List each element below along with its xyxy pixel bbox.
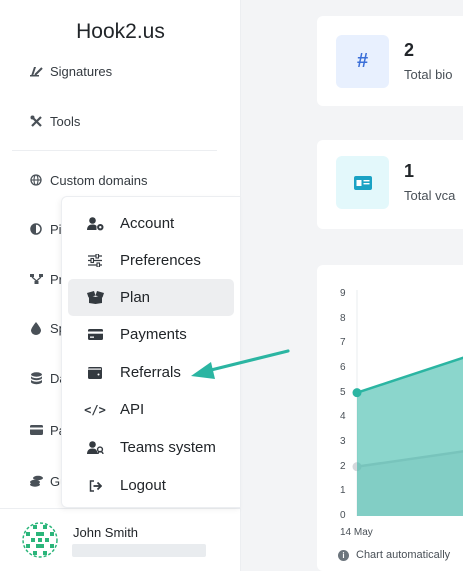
user-cog-icon [86, 215, 104, 233]
menu-item-api[interactable]: </> API [68, 391, 234, 428]
sidebar-item-custom-domains[interactable]: Custom domains [0, 169, 241, 191]
credit-card-icon [29, 423, 43, 437]
stat-card-vcards[interactable]: 1 Total vca [317, 140, 463, 229]
box-open-icon [86, 289, 104, 307]
signature-icon [29, 64, 43, 78]
sliders-icon [86, 252, 104, 270]
stat-label: Total vca [404, 188, 456, 203]
annotation-arrow-icon [191, 349, 290, 379]
sidebar-item-label: Tools [50, 113, 81, 129]
menu-item-label: Account [120, 215, 175, 232]
stat-value: 2 [404, 40, 415, 60]
menu-item-teams-system[interactable]: Teams system [68, 429, 234, 466]
x-tick-label: 14 May [340, 527, 373, 538]
menu-item-plan[interactable]: Plan [68, 279, 234, 316]
chart-card: 0123456789 14 May i Chart automatically [317, 265, 463, 571]
chart-note: i Chart automatically [338, 549, 450, 561]
stat-label: Total bio [404, 67, 453, 82]
user-profile[interactable]: John Smith [0, 508, 241, 571]
menu-item-label: Teams system [120, 439, 216, 456]
series-point [352, 388, 362, 398]
menu-item-label: Payments [120, 326, 187, 343]
brand-logo[interactable]: Hook2.us [0, 20, 241, 44]
code-icon: </> [84, 402, 106, 417]
globe-icon [29, 173, 43, 187]
sidebar-item-label: Pi [50, 221, 62, 237]
database-icon [29, 371, 43, 385]
hash-icon: # [336, 35, 389, 88]
sidebar-item-tools[interactable]: Tools [0, 110, 241, 132]
menu-item-account[interactable]: Account [68, 205, 234, 242]
sign-out-icon [86, 477, 104, 495]
wallet-icon [86, 364, 104, 382]
menu-item-preferences[interactable]: Preferences [68, 242, 234, 279]
avatar [22, 522, 58, 558]
chart-note-text: Chart automatically [356, 549, 451, 561]
users-icon [86, 439, 104, 457]
user-name: John Smith [73, 525, 139, 540]
sidebar-item-label: Custom domains [50, 172, 148, 188]
network-icon [29, 272, 43, 286]
menu-item-label: Referrals [120, 364, 181, 381]
sidebar-item-signatures[interactable]: Signatures [0, 60, 241, 82]
menu-item-label: Preferences [120, 252, 201, 269]
info-icon: i [338, 549, 349, 561]
stat-value: 1 [404, 161, 415, 181]
credit-card-icon [86, 326, 104, 344]
id-card-icon [336, 156, 389, 209]
menu-item-label: API [120, 401, 145, 418]
area-chart [352, 290, 463, 516]
adjust-icon [29, 222, 43, 236]
sidebar-item-label: Signatures [50, 63, 113, 79]
menu-item-label: Logout [120, 477, 166, 494]
drop-icon [29, 321, 43, 335]
series-area [357, 357, 463, 516]
user-email-redacted [72, 544, 206, 557]
menu-item-label: Plan [120, 289, 151, 306]
stat-card-biolinks[interactable]: # 2 Total bio [317, 16, 463, 106]
coins-icon [29, 474, 43, 488]
tools-icon [29, 114, 43, 128]
menu-item-logout[interactable]: Logout [68, 467, 234, 504]
sidebar-divider [12, 150, 217, 151]
